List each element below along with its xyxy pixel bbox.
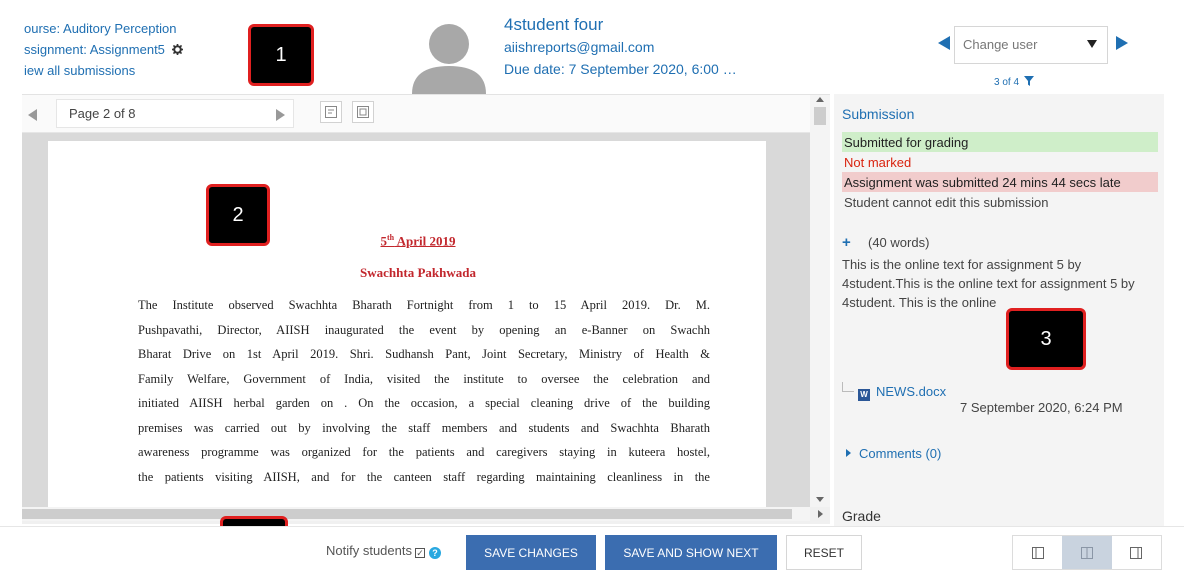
user-count: 3 of 4 xyxy=(994,76,1034,88)
word-document-icon: W xyxy=(858,389,870,401)
previous-user-icon[interactable] xyxy=(938,36,950,50)
user-info: 4student four aiishreports@gmail.com Due… xyxy=(504,14,737,80)
notify-label: Notify students xyxy=(326,543,412,558)
save-changes-button[interactable]: SAVE CHANGES xyxy=(466,535,596,570)
footer-bar: Notify students ✓? SAVE CHANGES SAVE AND … xyxy=(0,526,1184,581)
notify-checkbox[interactable]: ✓ xyxy=(415,548,425,558)
scroll-up-icon[interactable] xyxy=(816,97,824,102)
layout-right-button[interactable] xyxy=(1111,536,1161,569)
course-link[interactable]: ourse: Auditory Perception xyxy=(24,18,183,39)
status-submitted: Submitted for grading xyxy=(842,132,1158,152)
collapse-grade-icon xyxy=(1130,546,1143,559)
collapse-review-icon xyxy=(1031,546,1044,559)
user-count-label: 3 of 4 xyxy=(994,77,1020,88)
user-avatar-icon xyxy=(412,24,486,94)
document-line: awareness programme was organized for th… xyxy=(138,445,710,459)
save-and-show-next-button[interactable]: SAVE AND SHOW NEXT xyxy=(605,535,777,570)
document-page: 5th April 2019 Swachhta Pakhwada The Ins… xyxy=(48,141,766,507)
status-edit: Student cannot edit this submission xyxy=(844,195,1049,210)
document-line: initiated AIISH herbal garden on . On th… xyxy=(138,396,710,410)
callout-2: 2 xyxy=(206,184,270,246)
avatar xyxy=(408,20,490,94)
document-line: The Institute observed Swachhta Bharath … xyxy=(138,298,710,312)
chevron-right-icon xyxy=(846,449,851,457)
next-user-icon[interactable] xyxy=(1116,36,1128,50)
expand-view-button[interactable] xyxy=(352,101,374,123)
due-date: Due date: 7 September 2020, 6:00 … xyxy=(504,61,737,77)
assignment-link[interactable]: ssignment: Assignment5 xyxy=(24,42,165,57)
layout-toggle-group xyxy=(1012,535,1162,570)
document-heading: Swachhta Pakhwada xyxy=(360,265,476,280)
document-pane: Page 2 of 8 5th April 2019 Swachhta Pakh… xyxy=(22,94,830,524)
gear-icon[interactable] xyxy=(171,44,183,55)
comment-list-icon xyxy=(325,106,337,118)
document-body: The Institute observed Swachhta Bharath … xyxy=(138,293,710,489)
change-user-select[interactable]: Change user xyxy=(954,26,1108,64)
document-line: the patients visiting AIISH, and for the… xyxy=(138,469,710,484)
comments-toggle[interactable]: Comments (0) xyxy=(846,446,941,461)
scroll-down-icon[interactable] xyxy=(816,497,824,502)
document-date: 5th April 2019 xyxy=(380,233,456,249)
expand-icon xyxy=(357,106,369,118)
scroll-thumb[interactable] xyxy=(814,107,826,125)
help-icon[interactable]: ? xyxy=(429,547,441,559)
layout-left-button[interactable] xyxy=(1013,536,1063,569)
online-text: This is the online text for assignment 5… xyxy=(842,257,1135,310)
plus-icon[interactable]: + xyxy=(842,234,854,251)
course-info: ourse: Auditory Perception ssignment: As… xyxy=(24,18,183,81)
page-select[interactable]: Page 2 of 8 xyxy=(56,99,294,128)
online-text-toggle[interactable]: + (40 words) xyxy=(842,234,929,251)
submission-panel: Submission Submitted for grading Not mar… xyxy=(834,94,1164,526)
status-late: Assignment was submitted 24 mins 44 secs… xyxy=(842,172,1158,192)
document-line: premises was carried out by involving th… xyxy=(138,420,710,435)
scroll-thumb[interactable] xyxy=(22,509,792,519)
document-vertical-scrollbar[interactable] xyxy=(810,95,830,507)
user-email[interactable]: aiishreports@gmail.com xyxy=(504,36,737,58)
view-all-submissions-link[interactable]: iew all submissions xyxy=(24,60,183,81)
layout-default-button[interactable] xyxy=(1062,536,1112,569)
document-view[interactable]: 5th April 2019 Swachhta Pakhwada The Ins… xyxy=(22,133,810,507)
callout-1: 1 xyxy=(248,24,314,86)
next-page-icon[interactable] xyxy=(276,109,285,121)
user-navigation: Change user 3 of 4 xyxy=(934,26,1134,88)
document-toolbar: Page 2 of 8 xyxy=(22,95,810,133)
document-line: Family Welfare, Government of India, vis… xyxy=(138,371,710,386)
notify-students: Notify students ✓? xyxy=(326,543,441,559)
file-row: W NEWS.docx xyxy=(842,382,946,401)
change-user-label: Change user xyxy=(963,37,1038,52)
comments-label: Comments (0) xyxy=(859,446,942,461)
header: ourse: Auditory Perception ssignment: As… xyxy=(0,0,1184,94)
status-not-marked: Not marked xyxy=(844,155,912,170)
scroll-right-icon[interactable] xyxy=(818,510,823,518)
document-horizontal-scrollbar[interactable] xyxy=(22,507,823,521)
assignment-row: ssignment: Assignment5 xyxy=(24,39,183,60)
document-line: Pushpavathi, Director, AIISH inaugurated… xyxy=(138,322,710,337)
grade-title: Grade xyxy=(842,508,881,524)
file-link[interactable]: NEWS.docx xyxy=(876,384,946,399)
reset-button[interactable]: RESET xyxy=(786,535,862,570)
word-count: (40 words) xyxy=(868,235,930,250)
file-date: 7 September 2020, 6:24 PM xyxy=(960,400,1123,415)
document-line: Bharat Drive on 1st April 2019. Shri. Su… xyxy=(138,347,710,361)
default-layout-icon xyxy=(1080,546,1093,559)
tree-branch-icon xyxy=(842,382,854,392)
user-name[interactable]: 4student four xyxy=(504,14,737,36)
previous-page-icon[interactable] xyxy=(28,109,37,121)
search-comments-button[interactable] xyxy=(320,101,342,123)
submission-title: Submission xyxy=(842,106,915,122)
chevron-down-icon xyxy=(1087,40,1097,48)
filter-icon[interactable] xyxy=(1023,76,1034,86)
callout-3: 3 xyxy=(1006,308,1086,370)
